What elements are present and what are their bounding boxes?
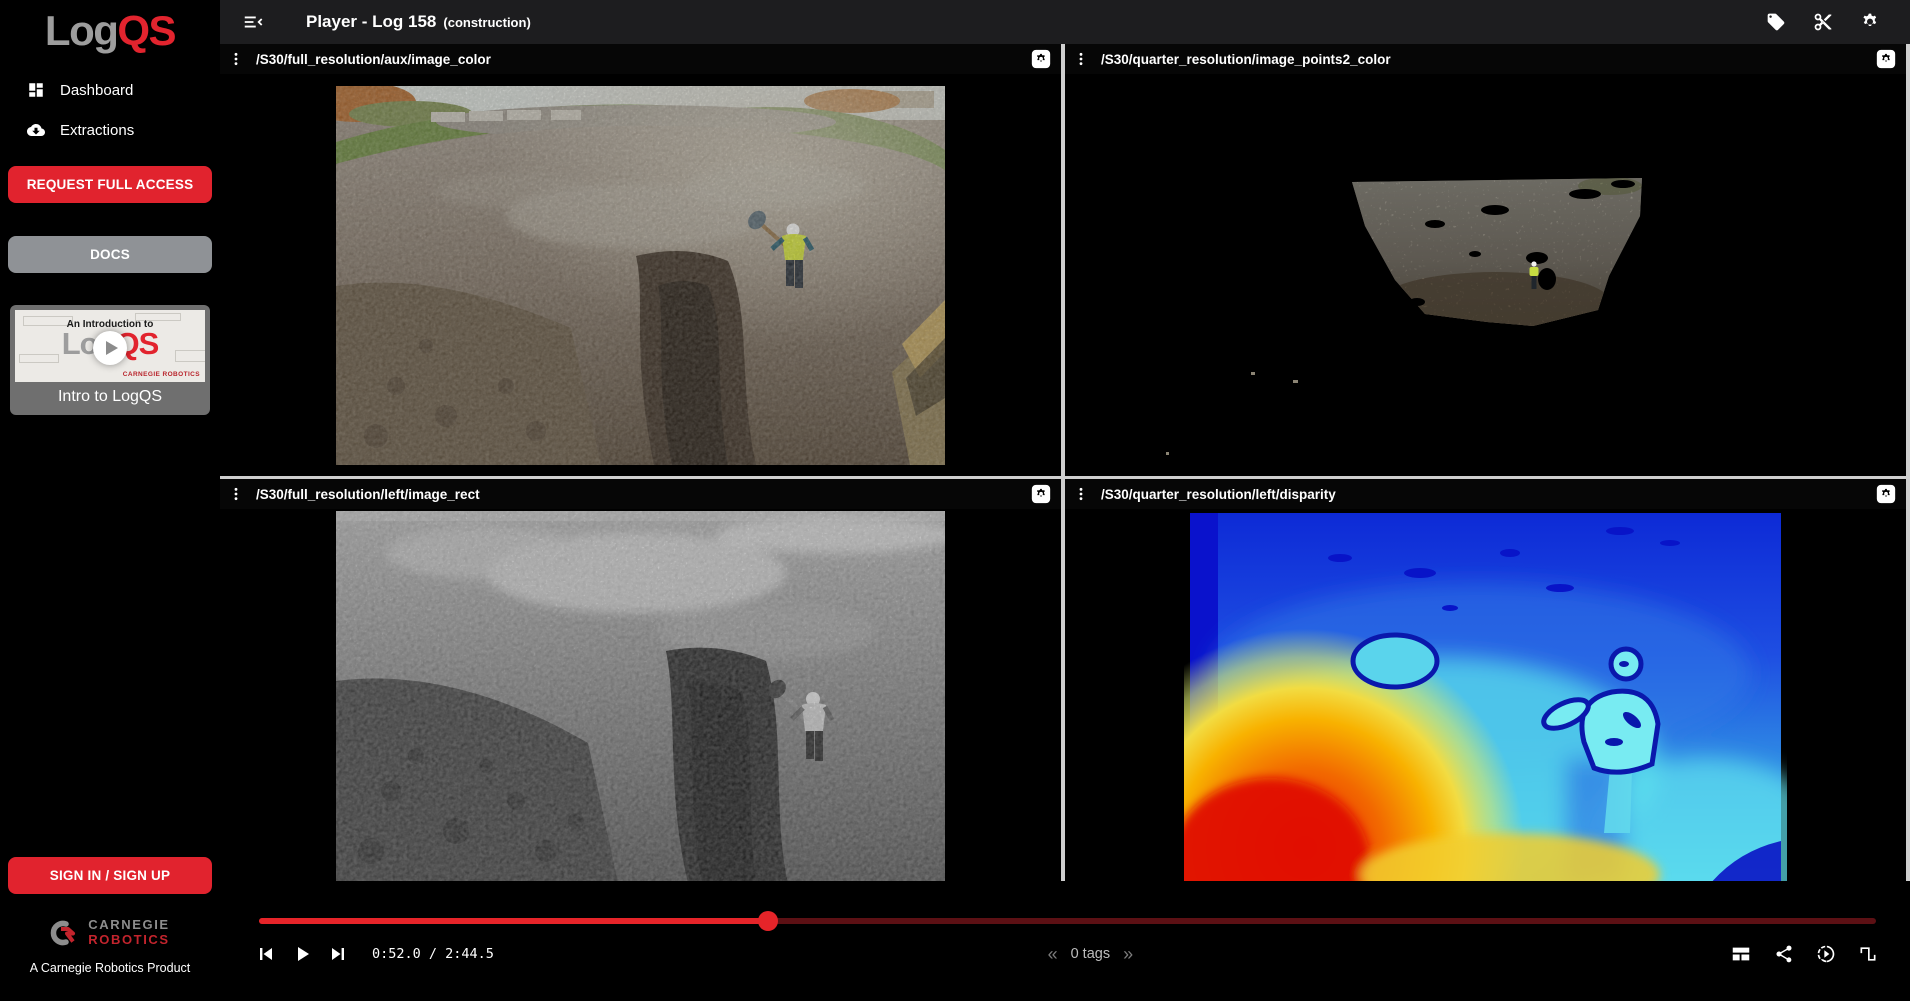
sign-in-button[interactable]: SIGN IN / SIGN UP — [8, 857, 212, 894]
panel-menu-kebab-icon[interactable] — [228, 51, 244, 67]
request-full-access-button[interactable]: REQUEST FULL ACCESS — [8, 166, 212, 203]
panel-resize-handle[interactable] — [1906, 44, 1910, 881]
next-tag-button[interactable]: » — [1123, 945, 1133, 963]
sidebar-item-extractions[interactable]: Extractions — [0, 110, 220, 150]
disparity-island-blob — [1353, 635, 1437, 687]
transport-controls: 0:52.0 / 2:44.5 — [254, 942, 494, 966]
panel-header: /S30/quarter_resolution/left/disparity — [1065, 479, 1906, 509]
cloud-download-icon — [27, 121, 45, 139]
sidebar-item-dashboard[interactable]: Dashboard — [0, 70, 220, 110]
product-note: A Carnegie Robotics Product — [30, 961, 191, 975]
panel-topic: /S30/quarter_resolution/image_points2_co… — [1101, 52, 1391, 67]
page-title: Player - Log 158 — [306, 12, 436, 32]
panel-settings-icon[interactable] — [1876, 49, 1896, 69]
video-caption: Intro to LogQS — [15, 382, 205, 415]
panel-menu-kebab-icon[interactable] — [1073, 51, 1089, 67]
playback-speed-icon[interactable] — [1816, 944, 1836, 964]
carnegie-robotics-brand: CARNEGIE ROBOTICS — [50, 918, 169, 948]
settings-gear-icon[interactable] — [1860, 12, 1880, 32]
tag-icon[interactable] — [1766, 12, 1786, 32]
camera-image-grayscale — [336, 511, 945, 881]
carnegie-robotics-logo-icon — [50, 920, 80, 946]
panel-disparity: /S30/quarter_resolution/left/disparity — [1065, 479, 1906, 881]
point-cloud-view[interactable] — [1065, 74, 1906, 476]
panel-topic: /S30/full_resolution/aux/image_color — [256, 52, 491, 67]
log-type-label: (construction) — [443, 15, 530, 30]
playback-bar: 0:52.0 / 2:44.5 « 0 tags » — [220, 881, 1910, 1001]
scissors-cut-icon[interactable] — [1813, 12, 1833, 32]
tag-count-label: 0 tags — [1071, 946, 1111, 962]
sidebar-item-label: Extractions — [60, 122, 134, 139]
play-triangle — [106, 341, 118, 355]
topbar: Player - Log 158 (construction) — [220, 0, 1910, 44]
skip-previous-icon[interactable] — [254, 942, 278, 966]
panel-menu-kebab-icon[interactable] — [228, 486, 244, 502]
panel-menu-kebab-icon[interactable] — [1073, 486, 1089, 502]
panel-points-color: /S30/quarter_resolution/image_points2_co… — [1065, 44, 1906, 476]
camera-image-color — [336, 86, 945, 465]
docs-button[interactable]: DOCS — [8, 236, 212, 273]
menu-open-icon[interactable] — [242, 11, 264, 33]
share-icon[interactable] — [1774, 944, 1794, 964]
logo-text-gray: Log — [45, 7, 117, 54]
panel-settings-icon[interactable] — [1031, 49, 1051, 69]
title-wrap: Player - Log 158 (construction) — [306, 12, 531, 32]
panel-settings-icon[interactable] — [1876, 484, 1896, 504]
video-thumbnail[interactable]: An Introduction to LogQS CARNEGIE ROBOTI… — [15, 310, 205, 382]
play-icon[interactable] — [290, 942, 314, 966]
sidebar-item-label: Dashboard — [60, 82, 133, 99]
layout-icon[interactable] — [1730, 943, 1752, 965]
time-display: 0:52.0 / 2:44.5 — [372, 946, 494, 962]
seek-bar[interactable] — [259, 911, 1876, 931]
sidebar-nav: Dashboard Extractions — [0, 70, 220, 150]
panel-topic: /S30/full_resolution/left/image_rect — [256, 487, 480, 502]
brand-line-robotics: ROBOTICS — [88, 933, 169, 948]
play-video-icon[interactable] — [93, 331, 127, 365]
panel-image-rect: /S30/full_resolution/left/image_rect — [220, 479, 1061, 881]
panel-image-color: /S30/full_resolution/aux/image_color — [220, 44, 1061, 476]
video-byline: CARNEGIE ROBOTICS — [123, 371, 200, 378]
player-action-icons — [1730, 943, 1878, 965]
panel-header: /S30/full_resolution/left/image_rect — [220, 479, 1061, 509]
sidebar: LogQS Dashboard Extractions REQUEST FULL… — [0, 0, 220, 1001]
dashboard-icon — [27, 81, 45, 99]
seek-fill — [259, 918, 768, 924]
step-transition-icon[interactable] — [1858, 944, 1878, 964]
disparity-image — [1184, 511, 1787, 881]
intro-video-card[interactable]: An Introduction to LogQS CARNEGIE ROBOTI… — [10, 305, 210, 415]
logo-text-red: QS — [117, 7, 175, 54]
brand-line-carnegie: CARNEGIE — [88, 918, 169, 933]
seek-handle[interactable] — [758, 911, 778, 931]
tags-navigator: « 0 tags » — [1048, 945, 1134, 963]
panel-header: /S30/full_resolution/aux/image_color — [220, 44, 1061, 74]
panel-grid: /S30/full_resolution/aux/image_color — [220, 44, 1906, 881]
skip-next-icon[interactable] — [326, 942, 350, 966]
topbar-icons — [1766, 12, 1880, 32]
prev-tag-button[interactable]: « — [1048, 945, 1058, 963]
panel-header: /S30/quarter_resolution/image_points2_co… — [1065, 44, 1906, 74]
panel-topic: /S30/quarter_resolution/left/disparity — [1101, 487, 1336, 502]
panel-settings-icon[interactable] — [1031, 484, 1051, 504]
logqs-logo[interactable]: LogQS — [45, 8, 175, 54]
